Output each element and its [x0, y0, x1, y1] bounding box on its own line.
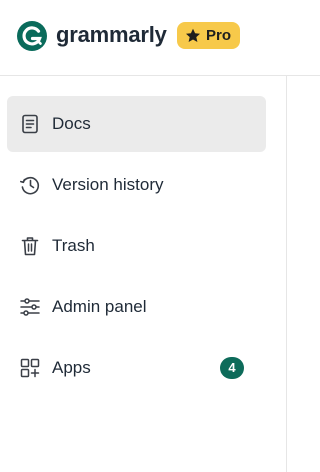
star-icon	[186, 28, 200, 42]
sidebar-item-version-history[interactable]: Version history	[7, 157, 266, 213]
sidebar-item-admin-panel[interactable]: Admin panel	[7, 279, 266, 335]
pro-badge-label: Pro	[206, 26, 232, 44]
app-window: grammarly Pro Docs Version history Trash…	[0, 0, 320, 472]
apps-grid-icon	[20, 358, 40, 378]
apps-count-badge: 4	[220, 357, 244, 379]
sidebar-divider	[286, 76, 287, 472]
trash-icon	[21, 237, 39, 256]
sidebar-item-trash[interactable]: Trash	[7, 218, 266, 274]
sidebar-item-apps[interactable]: Apps 4	[7, 340, 266, 396]
brand-name: grammarly	[56, 22, 167, 47]
history-icon	[20, 176, 40, 195]
sidebar-item-label: Version history	[52, 175, 164, 194]
sidebar-item-docs[interactable]: Docs	[7, 96, 266, 152]
sidebar-item-label: Apps	[52, 358, 91, 377]
sidebar-item-label: Trash	[52, 236, 95, 255]
sliders-icon	[20, 298, 40, 316]
document-icon	[22, 114, 38, 134]
header: grammarly Pro	[0, 0, 320, 76]
sidebar-item-label: Docs	[52, 114, 91, 133]
pro-badge[interactable]: Pro	[177, 22, 241, 49]
grammarly-logo-icon[interactable]	[17, 21, 47, 51]
sidebar-item-label: Admin panel	[52, 297, 147, 316]
